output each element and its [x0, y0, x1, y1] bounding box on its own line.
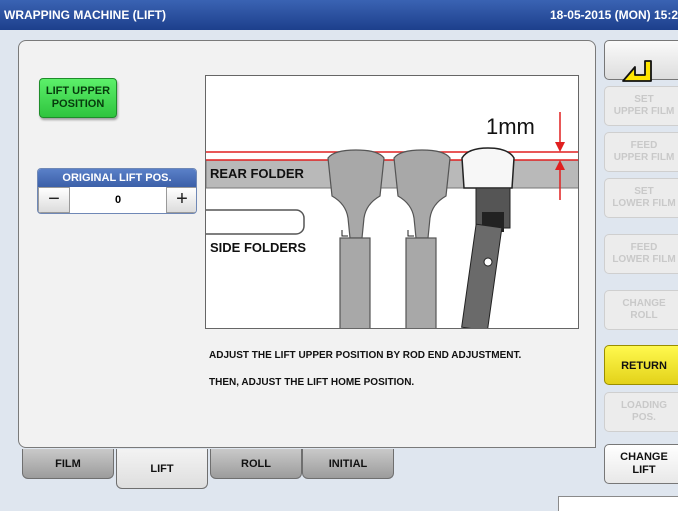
- instruction-line-1: ADJUST THE LIFT UPPER POSITION BY ROD EN…: [209, 350, 522, 361]
- feed-upper-film-button[interactable]: FEED UPPER FILM: [604, 132, 678, 172]
- lift-diagram: 1mm REAR FOLDER SIDE FOLDERS: [205, 75, 579, 329]
- title-bar: WRAPPING MACHINE (LIFT) 18-05-2015 (MON)…: [0, 0, 678, 30]
- set-lower-film-button[interactable]: SET LOWER FILM: [604, 178, 678, 218]
- tab-roll[interactable]: ROLL: [210, 449, 302, 479]
- down-arrow-icon: [555, 142, 565, 152]
- back-button[interactable]: [604, 40, 678, 82]
- datetime: 18-05-2015 (MON) 15:2: [549, 8, 678, 22]
- side-folders-label: SIDE FOLDERS: [210, 240, 307, 255]
- tab-initial[interactable]: INITIAL: [302, 449, 394, 479]
- rear-folder-label: REAR FOLDER: [210, 166, 304, 181]
- original-lift-pos-label: ORIGINAL LIFT POS.: [38, 169, 196, 187]
- decrease-button[interactable]: −: [38, 187, 70, 213]
- increase-button[interactable]: +: [166, 187, 196, 213]
- lift-arm-1-rod: [339, 237, 371, 328]
- lift-head-raised: [461, 147, 515, 189]
- original-lift-pos-box: ORIGINAL LIFT POS. − 0 +: [37, 168, 197, 214]
- status-box: [558, 496, 678, 511]
- window-title: WRAPPING MACHINE (LIFT): [4, 8, 166, 22]
- set-upper-film-button[interactable]: SET UPPER FILM: [604, 86, 678, 126]
- change-lift-button[interactable]: CHANGE LIFT: [604, 444, 678, 484]
- change-roll-button[interactable]: CHANGE ROLL: [604, 290, 678, 330]
- tab-film[interactable]: FILM: [22, 449, 114, 479]
- lift-arm-1: [327, 149, 385, 239]
- rod-end-icon: [483, 257, 493, 267]
- lift-arm-2: [393, 149, 451, 239]
- lift-upper-position-button[interactable]: LIFT UPPER POSITION: [39, 78, 117, 118]
- measure-label: 1mm: [486, 114, 535, 139]
- main-panel: LIFT UPPER POSITION ORIGINAL LIFT POS. −…: [18, 40, 596, 448]
- instructions: ADJUST THE LIFT UPPER POSITION BY ROD EN…: [209, 349, 539, 403]
- feed-lower-film-button[interactable]: FEED LOWER FILM: [604, 234, 678, 274]
- return-button[interactable]: RETURN: [604, 345, 678, 385]
- tab-lift[interactable]: LIFT: [116, 449, 208, 489]
- side-folder-bar: [206, 209, 305, 235]
- loading-pos-button[interactable]: LOADING POS.: [604, 392, 678, 432]
- lift-rod: [461, 223, 503, 328]
- original-lift-value[interactable]: 0: [70, 187, 166, 213]
- lift-arm-2-rod: [405, 237, 437, 328]
- original-lift-stepper: − 0 +: [38, 187, 196, 213]
- instruction-line-2: THEN, ADJUST THE LIFT HOME POSITION.: [209, 377, 415, 388]
